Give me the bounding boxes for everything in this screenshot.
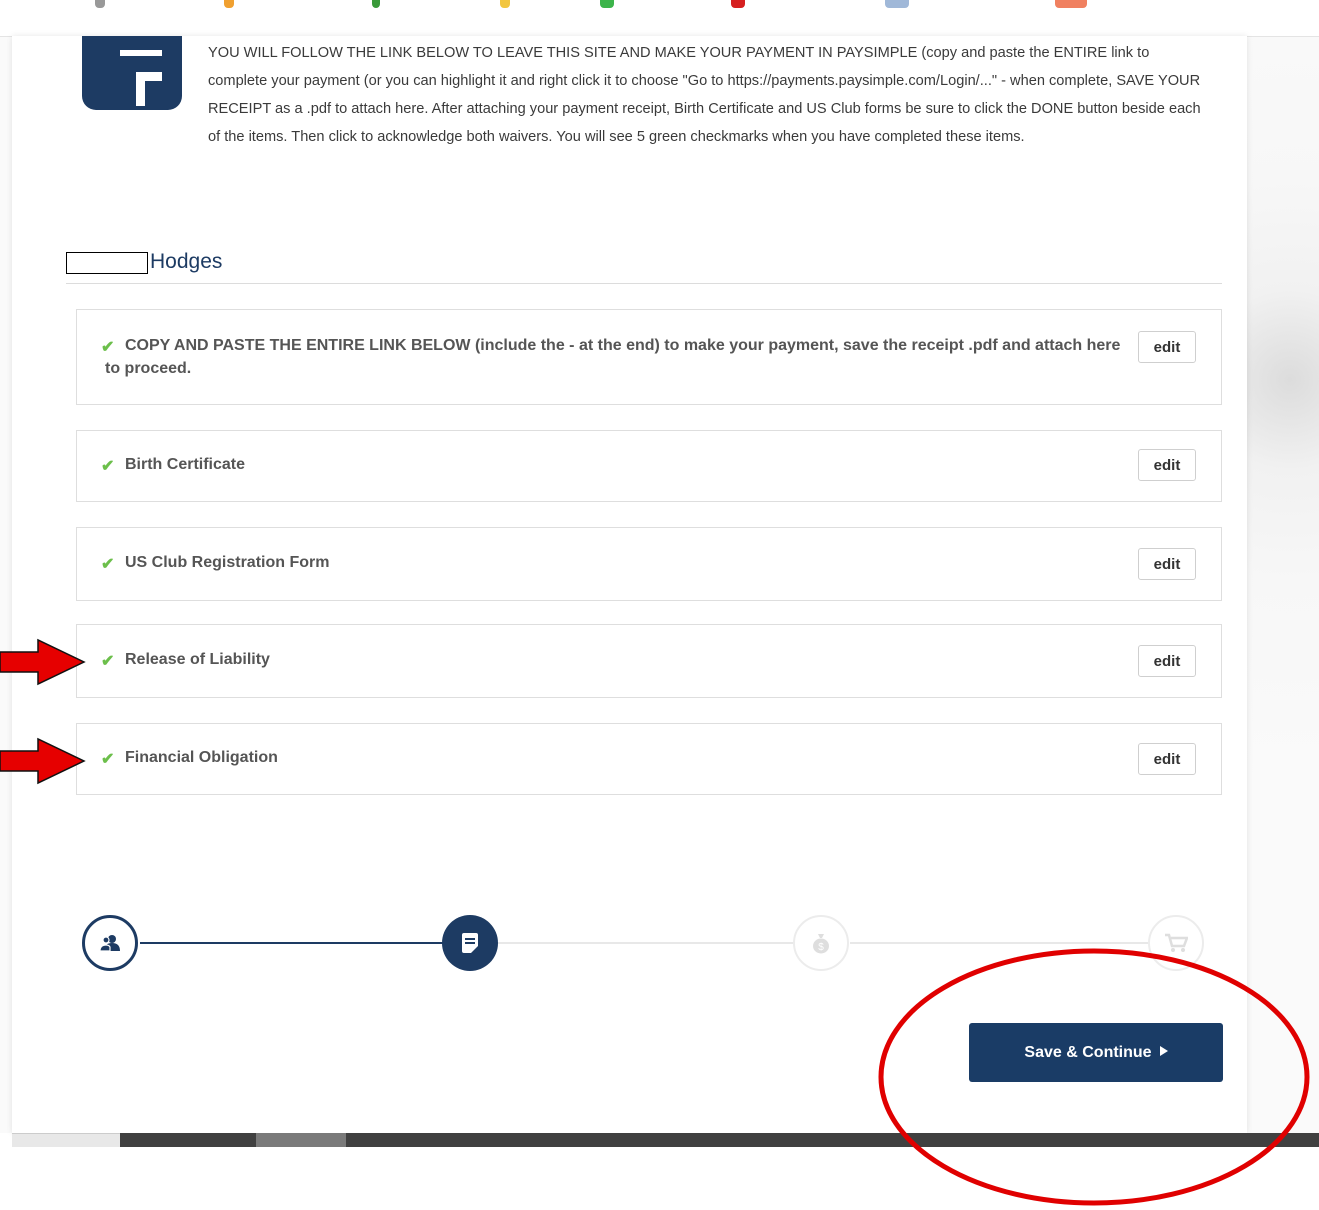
red-arrow-annotation xyxy=(0,638,86,686)
redacted-first-name xyxy=(66,252,148,274)
bookmark-icon[interactable] xyxy=(500,0,510,8)
bookmark-icon[interactable] xyxy=(731,0,745,8)
bookmark-icon[interactable] xyxy=(95,0,105,8)
stepper-line xyxy=(850,942,1148,944)
instructions-text: YOU WILL FOLLOW THE LINK BELOW TO LEAVE … xyxy=(208,45,1201,145)
item-label: Financial Obligation xyxy=(125,749,278,766)
bookmarks-bar xyxy=(0,0,1319,37)
step-documents[interactable] xyxy=(442,915,498,971)
edit-button[interactable]: edit xyxy=(1138,331,1196,363)
edit-button[interactable]: edit xyxy=(1138,645,1196,677)
payment-instructions: YOU WILL FOLLOW THE LINK BELOW TO LEAVE … xyxy=(76,39,1206,151)
svg-text:$: $ xyxy=(818,942,824,953)
bookmark-icon[interactable] xyxy=(885,0,909,8)
family-last-name: Hodges xyxy=(150,250,223,273)
check-icon: ✔ xyxy=(101,458,115,475)
edit-button[interactable]: edit xyxy=(1138,743,1196,775)
family-header: Hodges xyxy=(66,248,1222,284)
list-item-financial-obligation: ✔ Financial Obligation edit xyxy=(76,723,1222,795)
step-account[interactable] xyxy=(82,915,138,971)
edit-button[interactable]: edit xyxy=(1138,449,1196,481)
item-label: Birth Certificate xyxy=(125,456,246,473)
scrollbar-thumb[interactable] xyxy=(256,1133,346,1147)
save-continue-button[interactable]: Save & Continue xyxy=(969,1023,1223,1082)
document-icon xyxy=(442,915,498,971)
bookmark-icon[interactable] xyxy=(372,0,380,8)
cart-icon xyxy=(1150,917,1202,969)
list-item-payment: ✔ COPY AND PASTE THE ENTIRE LINK BELOW (… xyxy=(76,309,1222,405)
list-item-birth-certificate: ✔ Birth Certificate edit xyxy=(76,430,1222,502)
money-bag-icon: $ xyxy=(795,917,847,969)
step-payment[interactable]: $ xyxy=(793,915,849,971)
check-icon: ✔ xyxy=(101,751,115,768)
check-icon: ✔ xyxy=(101,653,115,670)
bookmark-icon[interactable] xyxy=(600,0,614,8)
item-label: Release of Liability xyxy=(125,651,270,668)
item-label: US Club Registration Form xyxy=(125,554,330,571)
save-continue-label: Save & Continue xyxy=(1024,1043,1152,1061)
bookmark-icon[interactable] xyxy=(1055,0,1087,8)
stepper-line xyxy=(497,942,794,944)
stepper-line-complete xyxy=(140,942,443,944)
check-icon: ✔ xyxy=(101,556,115,573)
red-arrow-annotation xyxy=(0,737,86,785)
bookmark-icon[interactable] xyxy=(224,0,234,8)
play-icon xyxy=(1159,1045,1168,1056)
users-icon xyxy=(85,918,135,968)
item-label: COPY AND PASTE THE ENTIRE LINK BELOW (in… xyxy=(105,337,1121,377)
edit-button[interactable]: edit xyxy=(1138,548,1196,580)
horizontal-scrollbar[interactable] xyxy=(12,1133,1319,1147)
list-item-us-club-form: ✔ US Club Registration Form edit xyxy=(76,527,1222,601)
list-item-release-of-liability: ✔ Release of Liability edit xyxy=(76,624,1222,698)
step-checkout[interactable] xyxy=(1148,915,1204,971)
